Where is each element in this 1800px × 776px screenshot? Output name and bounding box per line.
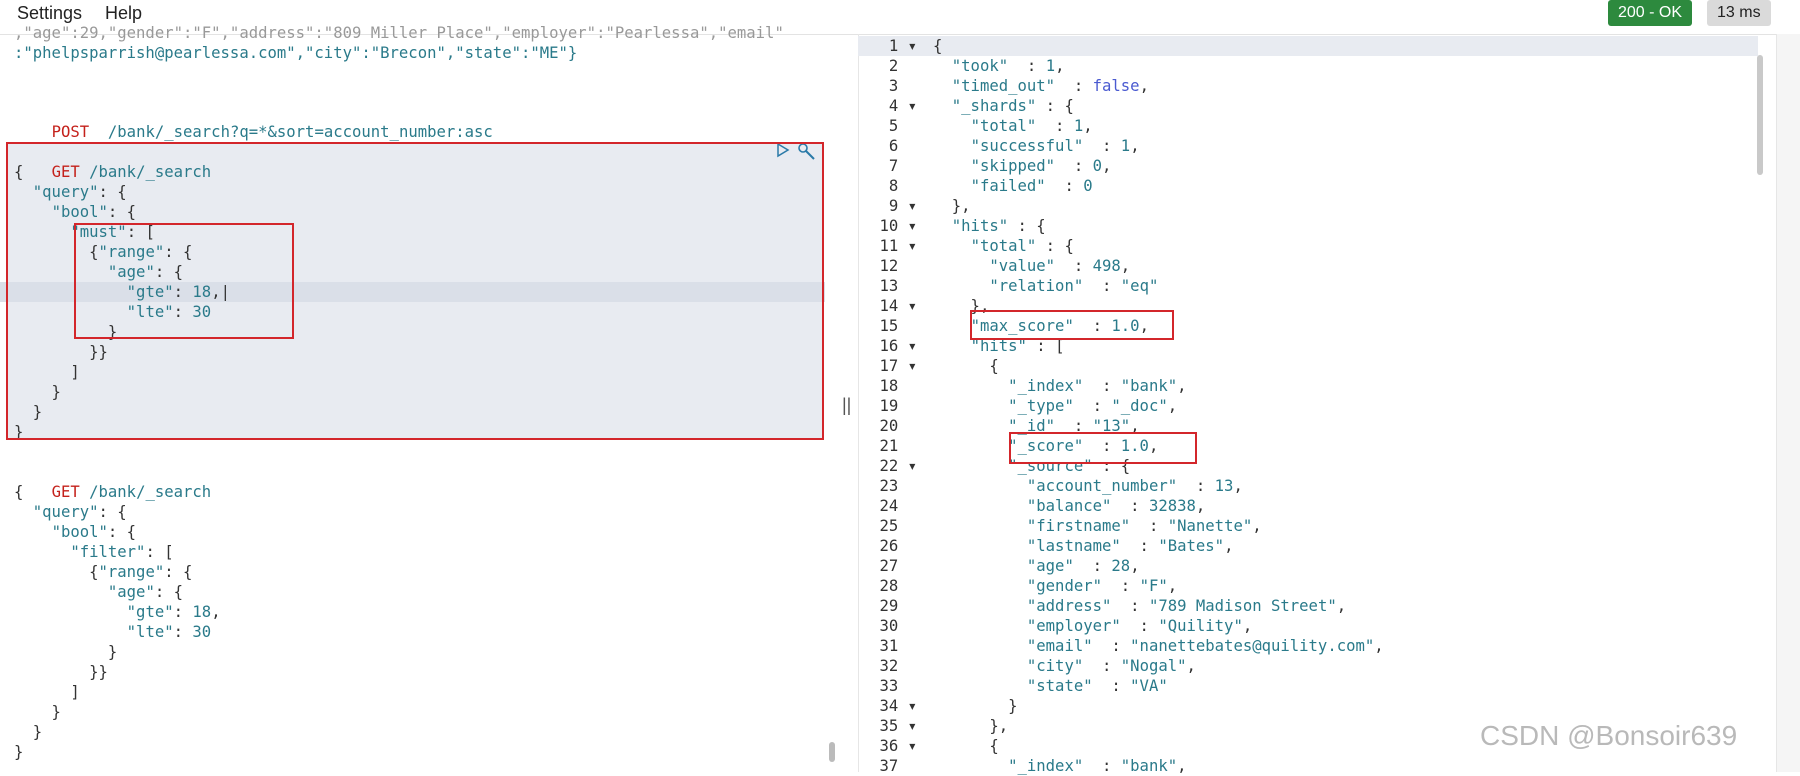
line-number: 22 ▾ xyxy=(879,457,917,475)
line-number: 20 xyxy=(879,417,917,435)
line-numbers: 1 ▾ 2 3 4 ▾ 5 6 7 8 9 ▾ 10 ▾ 11 ▾ 12 13 14 ▾ 1… xyxy=(862,36,917,776)
response-line: { xyxy=(933,357,999,375)
line-number: 15 xyxy=(879,317,917,335)
response-line: "_shards" : { xyxy=(951,97,1074,115)
help-menu[interactable]: Help xyxy=(105,3,142,24)
response-line: "hits" : { xyxy=(951,217,1046,235)
line-number: 11 ▾ xyxy=(879,237,917,255)
annotation-box xyxy=(1009,432,1197,464)
http-method: POST xyxy=(51,123,90,141)
response-line: { xyxy=(933,37,943,55)
annotation-box xyxy=(970,310,1174,340)
response-line: { xyxy=(933,737,999,755)
line-number: 29 xyxy=(879,597,917,615)
response-line: "state" : "VA" xyxy=(1026,677,1168,695)
response-line: "timed_out" : false, xyxy=(951,77,1149,95)
line-number: 1 ▾ xyxy=(888,37,917,55)
line-number: 10 ▾ xyxy=(879,217,917,235)
line-number: 35 ▾ xyxy=(879,717,917,735)
line-number: 32 xyxy=(879,657,917,675)
response-line: "took" : 1, xyxy=(951,57,1065,75)
response-line: "balance" : 32838, xyxy=(1026,497,1206,515)
line-number: 25 xyxy=(879,517,917,535)
scrollbar[interactable] xyxy=(829,742,835,762)
line-number: 18 xyxy=(879,377,917,395)
response-line: "email" : "nanettebates@quility.com", xyxy=(1026,637,1384,655)
line-number: 3 xyxy=(888,77,917,95)
status-badge: 200 - OK xyxy=(1608,0,1693,26)
response-line: "account_number" : 13, xyxy=(1026,477,1243,495)
line-number: 16 ▾ xyxy=(879,337,917,355)
line-number: 19 xyxy=(879,397,917,415)
line-number: 8 xyxy=(888,177,917,195)
line-number: 5 xyxy=(888,117,917,135)
response-line: "lastname" : "Bates", xyxy=(1026,537,1234,555)
response-line: "_index" : "bank", xyxy=(1008,757,1187,775)
response-line: "firstname" : "Nanette", xyxy=(1026,517,1262,535)
line-number: 7 xyxy=(888,157,917,175)
line-number: 2 xyxy=(888,57,917,75)
line-number: 12 xyxy=(879,257,917,275)
line-number: 24 xyxy=(879,497,917,515)
scrollbar[interactable] xyxy=(1757,55,1763,175)
response-line: "relation" : "eq" xyxy=(989,277,1159,295)
response-line: "city" : "Nogal", xyxy=(1026,657,1196,675)
response-line: "employer" : "Quility", xyxy=(1026,617,1253,635)
response-line: "age" : 28, xyxy=(1026,557,1140,575)
line-number: 13 xyxy=(879,277,917,295)
line-number: 33 xyxy=(879,677,917,695)
request-body[interactable]: { "query": { "bool": { "filter": [ {"ran… xyxy=(14,482,221,762)
watermark: CSDN @Bonsoir639 xyxy=(1480,720,1738,751)
response-line: "gender" : "F", xyxy=(1026,577,1178,595)
line-number: 26 xyxy=(879,537,917,555)
line-number: 9 ▾ xyxy=(888,197,917,215)
response-time-badge: 13 ms xyxy=(1707,0,1771,26)
response-body: { "took" : 1, "timed_out" : false, "_sha… xyxy=(933,36,1384,776)
line-number: 23 xyxy=(879,477,917,495)
line-number: 14 ▾ xyxy=(879,297,917,315)
response-line: }, xyxy=(933,197,971,215)
response-line: "_type" : "_doc", xyxy=(1008,397,1178,415)
response-line: "address" : "789 Madison Street", xyxy=(1026,597,1347,615)
line-number: 27 xyxy=(879,557,917,575)
response-line: "total" : 1, xyxy=(970,117,1093,135)
response-line: "_index" : "bank", xyxy=(1008,377,1187,395)
response-line: }, xyxy=(933,717,1009,735)
response-line: "failed" : 0 xyxy=(970,177,1093,195)
response-line: } xyxy=(933,697,1018,715)
resize-handle[interactable]: || xyxy=(842,395,851,416)
line-number: 21 xyxy=(879,437,917,455)
line-number: 6 xyxy=(888,137,917,155)
line-number: 31 xyxy=(879,637,917,655)
response-line: "successful" : 1, xyxy=(970,137,1140,155)
response-line: "total" : { xyxy=(970,237,1074,255)
truncated-line: :"phelpsparrish@pearlessa.com","city":"B… xyxy=(14,44,578,62)
line-number: 34 ▾ xyxy=(879,697,917,715)
settings-menu[interactable]: Settings xyxy=(17,3,82,24)
line-number: 36 ▾ xyxy=(879,737,917,755)
annotation-box xyxy=(74,223,294,339)
line-number: 4 ▾ xyxy=(888,97,917,115)
line-number: 17 ▾ xyxy=(879,357,917,375)
line-number: 37 xyxy=(879,757,917,775)
request-path: /bank/_search?q=*&sort=account_number:as… xyxy=(107,123,493,141)
response-line: "skipped" : 0, xyxy=(970,157,1112,175)
truncated-line: ,"age":29,"gender":"F","address":"809 Mi… xyxy=(14,24,784,42)
line-number: 28 xyxy=(879,577,917,595)
line-number: 30 xyxy=(879,617,917,635)
side-panel xyxy=(1776,34,1800,772)
response-line: "value" : 498, xyxy=(989,257,1131,275)
